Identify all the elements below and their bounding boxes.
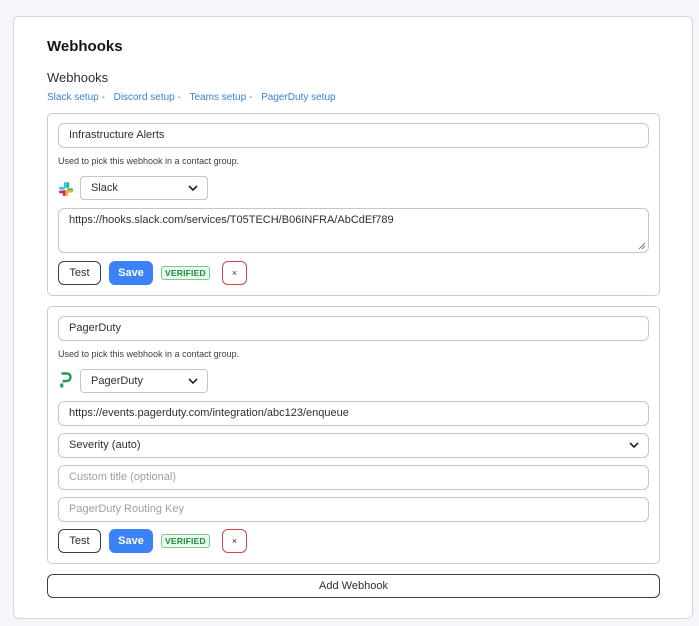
save-button[interactable]: Save xyxy=(109,529,153,553)
slack-setup-link[interactable]: Slack setup xyxy=(47,92,99,103)
webhook-panel-slack: Infrastructure Alerts Used to pick this … xyxy=(47,113,660,296)
chevron-down-icon xyxy=(188,378,198,385)
webhook-name-input[interactable]: PagerDuty xyxy=(58,316,649,341)
pagerduty-setup-link[interactable]: PagerDuty setup xyxy=(261,92,336,103)
add-webhook-button[interactable]: Add Webhook xyxy=(47,574,660,598)
webhooks-card: Webhooks Webhooks Slack setup - Discord … xyxy=(13,16,693,619)
webhook-type-value: Slack xyxy=(91,182,118,194)
test-button[interactable]: Test xyxy=(58,529,101,553)
setup-links: Slack setup - Discord setup - Teams setu… xyxy=(47,92,336,103)
discord-setup-link[interactable]: Discord setup xyxy=(114,92,175,103)
webhook-name-hint: Used to pick this webhook in a contact g… xyxy=(58,156,240,166)
chevron-down-icon xyxy=(629,442,639,449)
status-badge: VERIFIED xyxy=(161,266,210,280)
slack-icon xyxy=(58,181,74,197)
link-separator: - xyxy=(248,92,253,103)
link-separator: - xyxy=(101,92,105,103)
status-badge: VERIFIED xyxy=(161,534,210,548)
webhook-type-select[interactable]: Slack xyxy=(80,176,208,200)
chevron-down-icon xyxy=(188,185,198,192)
webhook-type-value: PagerDuty xyxy=(91,375,143,387)
webhook-panel-pagerduty: PagerDuty Used to pick this webhook in a… xyxy=(47,306,660,564)
delete-webhook-button[interactable]: × xyxy=(222,261,247,285)
delete-webhook-button[interactable]: × xyxy=(222,529,247,553)
severity-value: Severity (auto) xyxy=(69,439,141,451)
webhook-name-hint: Used to pick this webhook in a contact g… xyxy=(58,349,240,359)
webhook-type-select[interactable]: PagerDuty xyxy=(80,369,208,393)
webhook-url-textarea[interactable]: https://hooks.slack.com/services/T05TECH… xyxy=(58,208,649,253)
teams-setup-link[interactable]: Teams setup xyxy=(189,92,246,103)
pagerduty-icon xyxy=(60,372,72,388)
routing-key-input[interactable]: PagerDuty Routing Key xyxy=(58,497,649,522)
webhook-url-input[interactable]: https://events.pagerduty.com/integration… xyxy=(58,401,649,426)
section-subtitle: Webhooks xyxy=(47,70,109,85)
resize-handle-icon[interactable] xyxy=(638,242,646,250)
custom-title-input[interactable]: Custom title (optional) xyxy=(58,465,649,490)
test-button[interactable]: Test xyxy=(58,261,101,285)
link-separator: - xyxy=(177,92,181,103)
severity-select[interactable]: Severity (auto) xyxy=(58,433,649,458)
section-title: Webhooks xyxy=(47,38,123,55)
save-button[interactable]: Save xyxy=(109,261,153,285)
webhook-name-input[interactable]: Infrastructure Alerts xyxy=(58,123,649,148)
webhook-url-value: https://hooks.slack.com/services/T05TECH… xyxy=(69,214,394,226)
